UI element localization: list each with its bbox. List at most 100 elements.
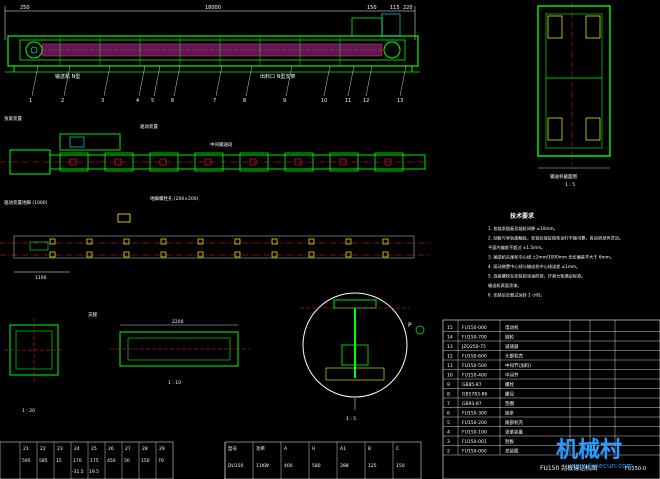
bom-no: 13 <box>447 344 453 350</box>
left-table-header: 28 <box>142 446 148 452</box>
tech-item: 2. 刮板与导轨接触处，安装后保证链条运行平稳可靠，各运转部件灵活。 <box>488 235 623 242</box>
bom-code: FU150-000 <box>462 325 487 331</box>
bom-name: 链条 <box>505 410 514 417</box>
bom-code: FU150-200 <box>462 420 487 426</box>
cad-drawing: 250 18000 150 115 220 输送机 N型 出料口 N型支架 12… <box>0 2 660 479</box>
callout-leader <box>323 65 331 97</box>
bom-no: 10 <box>447 373 453 379</box>
bom-name: 链轮 <box>505 334 514 341</box>
support-pad <box>160 251 167 258</box>
bom-code: FU150-300 <box>462 411 487 417</box>
bom-name: 中间节 <box>505 372 519 379</box>
tech-item: 5. 连接螺栓在安装前涂油防锈，拧紧力矩满足标准。 <box>488 273 585 280</box>
bom-name: 尾部机壳 <box>505 419 523 426</box>
callout-number: 1 <box>29 98 32 104</box>
watermark-url: www.Jixiecun.com <box>570 462 633 470</box>
bottom-tables: 21 595 22 585 23 15 24 170 -31.5 25 175 19.5 26 450 27… <box>0 441 422 479</box>
bom-no: 15 <box>447 325 453 331</box>
tech-item: 4. 驱动装置中心线与输送机中心线误差 ≤1mm。 <box>488 263 580 270</box>
callout-leader <box>153 65 161 97</box>
drawing-canvas: 250 18000 150 115 220 输送机 N型 出料口 N型支架 12… <box>0 0 660 479</box>
callout-number: 6 <box>171 98 174 104</box>
left-table-header: 25 <box>91 446 97 452</box>
right-table-value: 150 <box>396 463 405 469</box>
bom-name: 张紧装置 <box>505 429 523 436</box>
callout-number: 10 <box>321 98 327 104</box>
bom-name: 中间节(加料) <box>505 362 531 369</box>
right-table-value: DU150 <box>228 463 243 469</box>
callout-number: 13 <box>397 98 403 104</box>
support-dim: 1100 <box>35 275 47 281</box>
bom-no: 14 <box>447 335 453 341</box>
left-table-value: 585 <box>39 458 48 464</box>
left-table-value2: -31.5 <box>72 469 84 475</box>
detail-circle-scale: 1 : 5 <box>346 416 356 422</box>
support-pad <box>234 251 241 258</box>
bom-code: GB85-87 <box>462 382 482 388</box>
bom-name: 垫圈 <box>505 400 514 407</box>
callout-leader <box>399 65 407 97</box>
support-pad <box>49 251 56 258</box>
support-pad <box>271 251 278 258</box>
right-table-value: 125 <box>368 463 377 469</box>
plan-label-mid: 中间输送段 <box>210 141 233 148</box>
right-table-header: 功率 <box>256 445 265 452</box>
bom-code: FU150-100 <box>462 430 487 436</box>
left-table-header: 24 <box>74 446 80 452</box>
dim-r1: 150 <box>367 5 377 11</box>
bom-no: 8 <box>447 392 450 398</box>
right-table-header: A1 <box>340 446 346 452</box>
tech-item: 3. 输送机头尾轮中心线 ±2mm/1000mm 全长偏差不大于 6mm。 <box>488 254 614 261</box>
callout-number: 3 <box>101 98 104 104</box>
left-table-header: 21 <box>23 446 29 452</box>
bom-table: 15 FU150-000 电动机 14 FU150-700 链轮 13 JZQ250-75 减速… <box>442 319 660 479</box>
bom-code: FU150-400 <box>462 373 487 379</box>
detail-mid-label: 支腿 <box>88 311 97 318</box>
callout-number: 11 <box>345 98 351 104</box>
support-pad <box>382 251 389 258</box>
callout-leader <box>365 65 373 97</box>
support-pad <box>123 251 130 258</box>
left-table-header: 26 <box>108 446 114 452</box>
right-table-value: 288 <box>340 463 349 469</box>
bom-no: 6 <box>447 411 450 417</box>
detail-mid-dim: 2200 <box>172 319 184 325</box>
callout-number: 7 <box>213 98 216 104</box>
left-table-header: 27 <box>125 446 131 452</box>
callout-number: 4 <box>136 98 139 104</box>
support-pad <box>345 251 352 258</box>
tech-item: 平面内偏差不超过 ±1.5mm。 <box>488 244 545 251</box>
callout-leader <box>138 65 146 97</box>
bom-code: FU150-001 <box>462 439 487 445</box>
right-table-value: 11KW <box>256 463 270 469</box>
bom-name: 总装图 <box>505 448 519 455</box>
callout-number: 5 <box>151 98 154 104</box>
bom-name: 减速器 <box>505 343 519 350</box>
left-table-value2: 19.5 <box>89 469 99 475</box>
callout-leader <box>63 65 71 97</box>
callout-leader <box>173 65 181 97</box>
bom-no: 3 <box>447 439 450 445</box>
bom-code: FU150-500 <box>462 363 487 369</box>
callout-leader <box>285 65 293 97</box>
detail-circle-tag: P <box>408 322 412 329</box>
bom-code: FU150-700 <box>462 335 487 341</box>
dim-left: 250 <box>20 5 30 11</box>
bom-no: 2 <box>447 449 450 455</box>
left-table-header: 29 <box>159 446 165 452</box>
left-table-value: 70 <box>158 458 164 464</box>
callout-leader <box>31 65 39 97</box>
right-table-value: 400 <box>284 463 293 469</box>
callout-leader <box>103 65 111 97</box>
detail-views: 1 : 20 2200 支腿 1 : 10 P 1 : 5 <box>4 292 425 422</box>
left-table-header: 23 <box>57 446 63 452</box>
callout-leader <box>347 65 355 97</box>
support-view: 驱动装置地脚 (1000) 地脚螺栓孔 (200×200) 1100 <box>0 195 430 281</box>
right-table-header: A <box>284 446 288 452</box>
tech-item: 输送机表面涂漆。 <box>488 282 522 289</box>
bom-name: 螺栓 <box>505 381 514 388</box>
bom-code: FU150-000 <box>462 449 487 455</box>
label-conveyor: 输送机 N型 <box>55 73 80 80</box>
main-elevation-view: 250 18000 150 115 220 输送机 N型 出料口 N型支架 12… <box>4 5 420 104</box>
detail-mid-scale: 1 : 10 <box>168 380 181 386</box>
